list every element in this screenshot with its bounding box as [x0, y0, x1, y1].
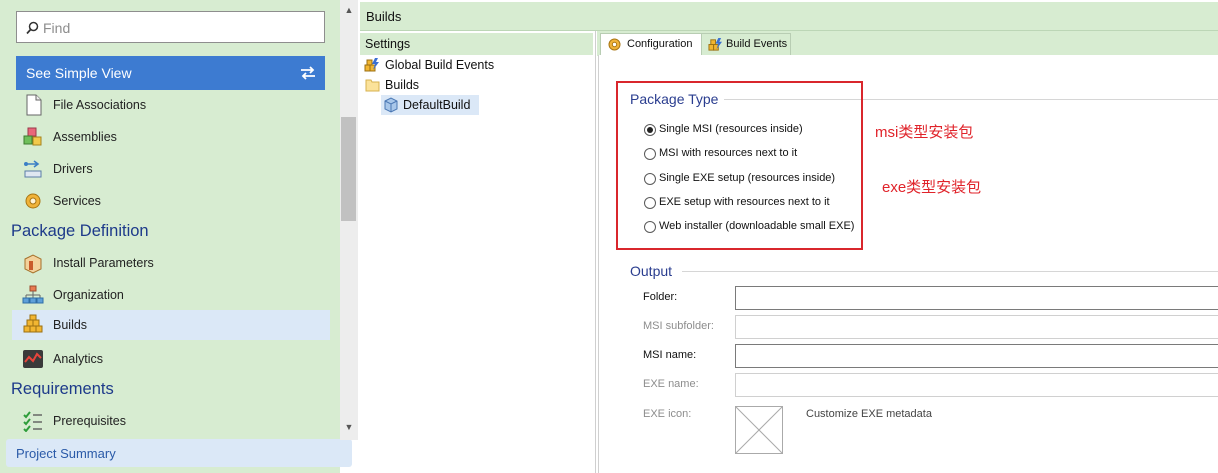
gear-icon — [608, 38, 621, 51]
builds-icon — [23, 314, 43, 333]
swap-arrows-icon — [301, 66, 315, 80]
settings-tree-header: Settings — [360, 33, 593, 55]
sidebar-item-assemblies[interactable]: Assemblies — [12, 122, 330, 152]
organization-icon — [22, 285, 44, 304]
tab-label: Configuration — [627, 38, 693, 50]
sidebar-item-label: Organization — [53, 288, 124, 302]
msi-subfolder-field[interactable] — [735, 315, 1218, 339]
annotation-msi: msi类型安装包 — [875, 124, 974, 141]
build-events-icon — [708, 37, 723, 51]
sidebar-item-label: Prerequisites — [53, 414, 126, 428]
msi-name-label: MSI name: — [643, 349, 697, 361]
scroll-up-arrow-icon[interactable]: ▲ — [342, 4, 356, 16]
tab-build-events[interactable]: Build Events — [701, 33, 791, 56]
file-associations-icon — [26, 94, 42, 116]
sidebar-item-file-associations[interactable]: File Associations — [12, 90, 330, 120]
sidebar-item-label: File Associations — [53, 98, 147, 112]
sidebar-item-builds[interactable]: Builds — [12, 310, 330, 340]
sidebar-item-label: Builds — [53, 318, 88, 332]
see-simple-view-button[interactable]: See Simple View — [16, 56, 325, 90]
annotation-exe: exe类型安装包 — [882, 179, 982, 196]
sidebar-item-label: Services — [53, 194, 101, 208]
sidebar-scrollbar-thumb[interactable] — [341, 117, 356, 221]
msi-subfolder-label: MSI subfolder: — [643, 320, 714, 332]
services-icon — [25, 193, 41, 209]
output-title: Output — [630, 263, 673, 279]
project-summary-label: Project Summary — [16, 446, 116, 461]
folder-field[interactable] — [735, 286, 1218, 310]
tree-node-defaultbuild[interactable]: DefaultBuild — [381, 95, 479, 115]
exe-icon-placeholder[interactable] — [735, 406, 783, 454]
search-icon — [26, 21, 39, 35]
assemblies-icon — [23, 127, 42, 146]
sidebar-item-drivers[interactable]: Drivers — [12, 154, 330, 184]
exe-name-label: EXE name: — [643, 378, 699, 390]
settings-tree-title: Settings — [365, 37, 411, 51]
search-input[interactable]: Find — [16, 11, 325, 43]
tree-node-label: DefaultBuild — [403, 98, 471, 112]
folder-label: Folder: — [643, 291, 678, 303]
tree-node-label: Builds — [385, 78, 420, 92]
tree-node-global-build-events[interactable]: Global Build Events — [362, 55, 562, 75]
build-events-icon — [364, 58, 379, 72]
msi-name-field[interactable] — [735, 344, 1218, 368]
sidebar-item-analytics[interactable]: Analytics — [12, 344, 330, 374]
analytics-icon — [23, 350, 43, 368]
page-header: Builds — [360, 2, 1218, 31]
tree-node-label: Global Build Events — [385, 58, 495, 72]
empty-image-icon — [735, 406, 783, 454]
sidebar-item-install-parameters[interactable]: Install Parameters — [12, 248, 330, 278]
output-divider — [682, 271, 1218, 272]
tree-node-builds[interactable]: Builds — [362, 75, 562, 95]
project-summary-link[interactable]: Project Summary — [6, 439, 352, 467]
exe-icon-label: EXE icon: — [643, 408, 692, 420]
sidebar-item-label: Drivers — [53, 162, 93, 176]
section-title-requirements: Requirements — [11, 380, 114, 398]
drivers-icon — [24, 160, 42, 178]
search-placeholder: Find — [43, 20, 71, 36]
prerequisites-icon — [23, 411, 42, 432]
section-title-package-definition: Package Definition — [11, 222, 149, 240]
sidebar-item-label: Analytics — [53, 352, 104, 366]
build-package-icon — [384, 97, 398, 113]
sidebar-item-label: Assemblies — [53, 130, 117, 144]
sidebar-item-organization[interactable]: Organization — [12, 280, 330, 310]
tab-label: Build Events — [726, 38, 788, 50]
annotation-highlight-box — [616, 81, 863, 250]
scroll-down-arrow-icon[interactable]: ▼ — [342, 421, 356, 433]
see-simple-view-label: See Simple View — [26, 65, 132, 81]
page-title: Builds — [366, 9, 402, 24]
sidebar-item-label: Install Parameters — [53, 256, 154, 270]
customize-exe-metadata-link[interactable]: Customize EXE metadata — [806, 408, 932, 420]
exe-name-field[interactable] — [735, 373, 1218, 397]
install-parameters-icon — [24, 254, 42, 274]
sidebar-item-services[interactable]: Services — [12, 186, 330, 216]
folder-icon — [365, 79, 380, 92]
sidebar-item-prerequisites[interactable]: Prerequisites — [12, 406, 330, 436]
